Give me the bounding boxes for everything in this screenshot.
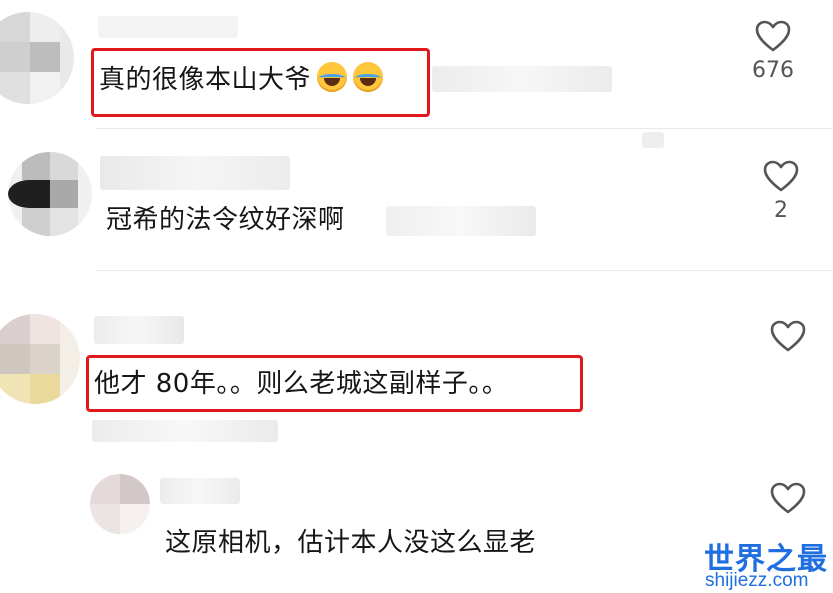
like-button[interactable]: 676	[751, 20, 795, 83]
meta-blurred	[432, 66, 612, 92]
comment-text: 冠希的法令纹好深啊	[106, 205, 345, 235]
highlight-box	[91, 48, 430, 117]
divider	[96, 270, 832, 271]
username-blurred	[94, 316, 184, 344]
watermark-domain: shijiezz.com	[705, 570, 809, 591]
avatar[interactable]	[0, 314, 80, 404]
avatar[interactable]	[0, 12, 74, 104]
avatar[interactable]	[90, 474, 150, 534]
like-count: 676	[752, 58, 794, 83]
meta-blurred	[386, 206, 536, 236]
like-button[interactable]: 2	[759, 160, 803, 223]
heart-icon	[770, 320, 806, 352]
highlight-box	[86, 355, 583, 412]
heart-icon	[770, 482, 806, 514]
reply-text: 这原相机，估计本人没这么显老	[165, 528, 537, 558]
avatar[interactable]	[8, 152, 92, 236]
username-blurred	[100, 156, 290, 190]
username-blurred	[98, 16, 238, 38]
meta-blurred	[92, 420, 278, 442]
divider	[96, 128, 832, 129]
heart-icon	[755, 20, 791, 52]
username-blurred	[160, 478, 240, 504]
like-button[interactable]	[766, 320, 810, 352]
like-count: 2	[774, 198, 788, 223]
meta-blurred	[642, 132, 664, 148]
like-button[interactable]	[766, 482, 810, 514]
heart-icon	[763, 160, 799, 192]
